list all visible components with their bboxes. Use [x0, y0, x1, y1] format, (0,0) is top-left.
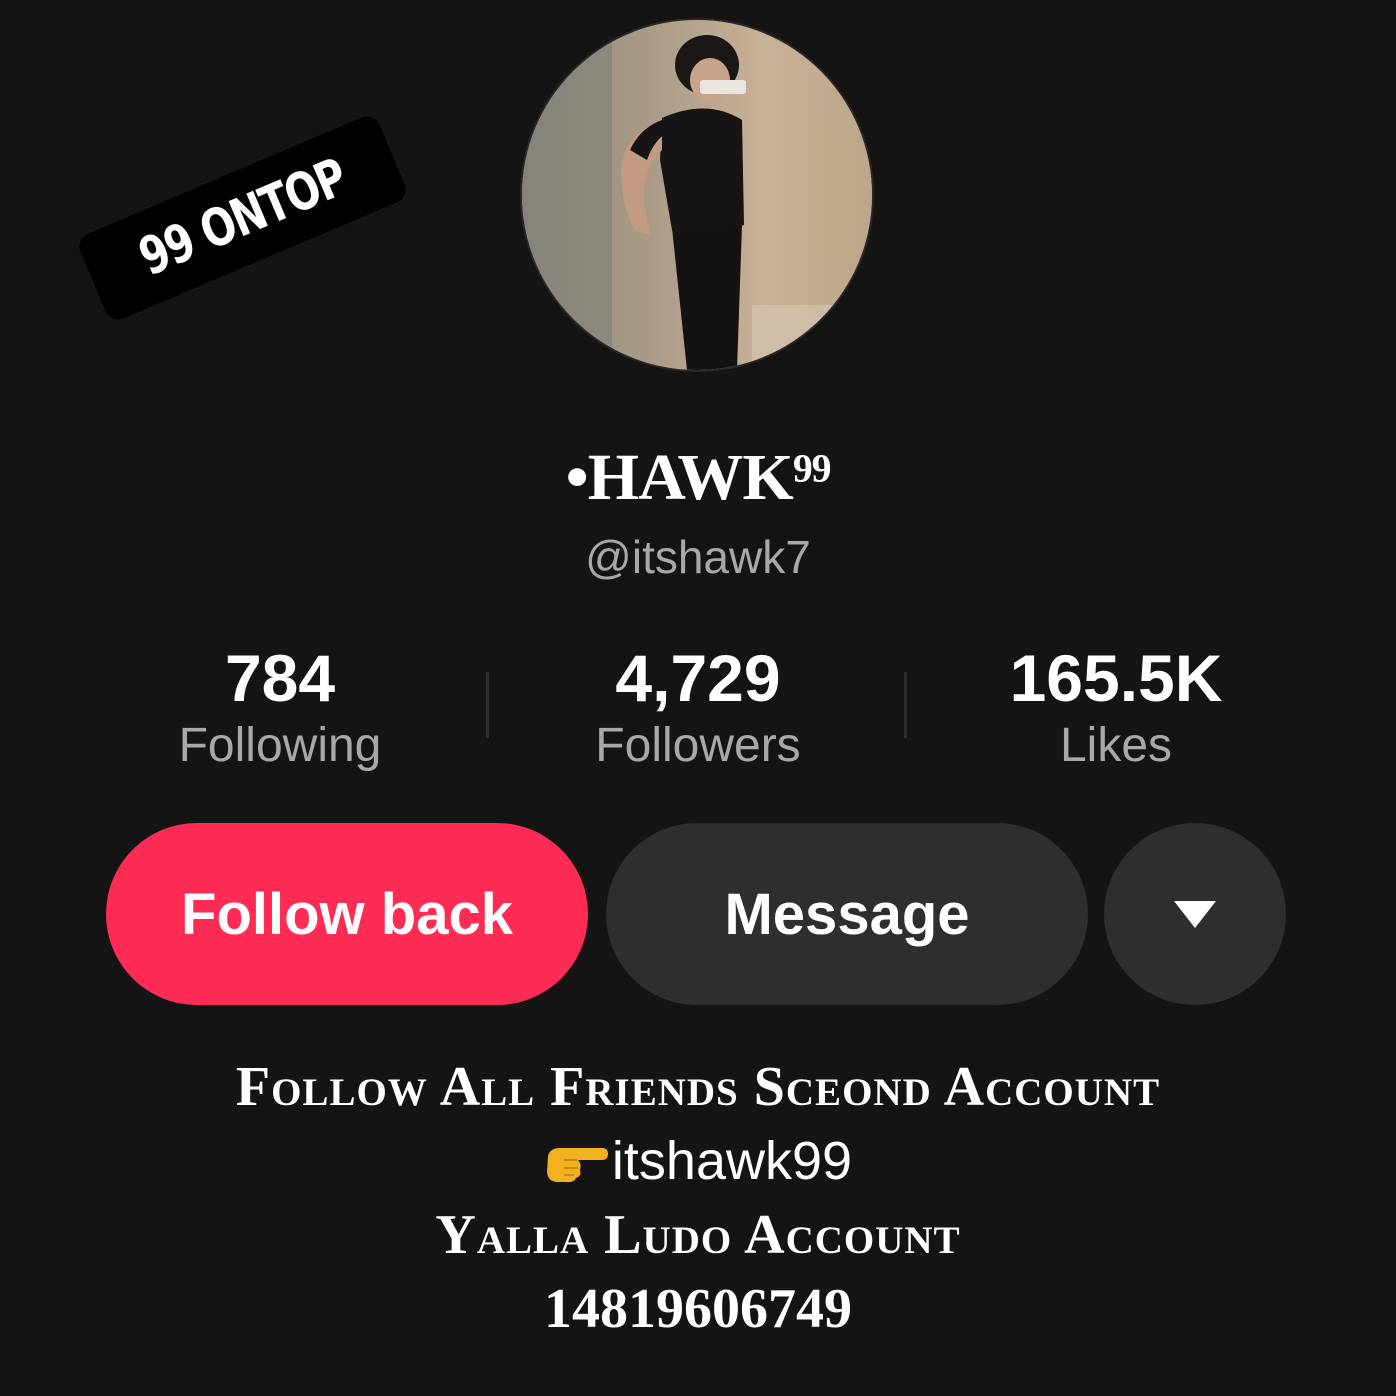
message-button[interactable]: Message	[606, 823, 1088, 1005]
likes-count: 165.5K	[1009, 641, 1223, 715]
stat-following[interactable]: 784 Following	[70, 640, 490, 776]
username: @itshawk7	[585, 531, 811, 583]
avatar[interactable]	[522, 20, 872, 370]
profile-bio: Follow All Friends Sceond Account itshaw…	[0, 1050, 1396, 1346]
stat-followers[interactable]: 4,729 Followers	[488, 640, 908, 776]
bio-handle-line: itshawk99	[0, 1124, 1396, 1198]
bio-line-friends: Follow All Friends Sceond Account	[235, 1056, 1161, 1118]
avatar-photo	[522, 20, 872, 370]
sticker-text: 99 ONTOP	[130, 147, 355, 289]
stat-divider	[904, 672, 907, 738]
following-label: Following	[178, 719, 382, 772]
follow-back-button[interactable]: Follow back	[106, 823, 588, 1005]
display-name: •HAWK⁹⁹	[565, 441, 832, 514]
more-options-button[interactable]	[1104, 823, 1286, 1005]
followers-label: Followers	[595, 719, 801, 772]
pointing-hand-icon	[544, 1138, 610, 1184]
likes-label: Likes	[1059, 719, 1173, 772]
caret-down-icon	[1174, 900, 1216, 928]
followers-count: 4,729	[615, 641, 781, 715]
bio-second-account[interactable]: itshawk99	[612, 1124, 852, 1198]
following-count: 784	[224, 641, 336, 715]
bio-line-yalla: Yalla Ludo Account	[435, 1204, 961, 1266]
stat-divider	[486, 672, 489, 738]
sticker-badge: 99 ONTOP	[74, 112, 411, 324]
stat-likes[interactable]: 165.5K Likes	[906, 640, 1326, 776]
bio-ludo-id: 14819606749	[544, 1278, 852, 1340]
profile-stats: 784 Following 4,729 Followers 165.5K Lik…	[70, 640, 1326, 790]
